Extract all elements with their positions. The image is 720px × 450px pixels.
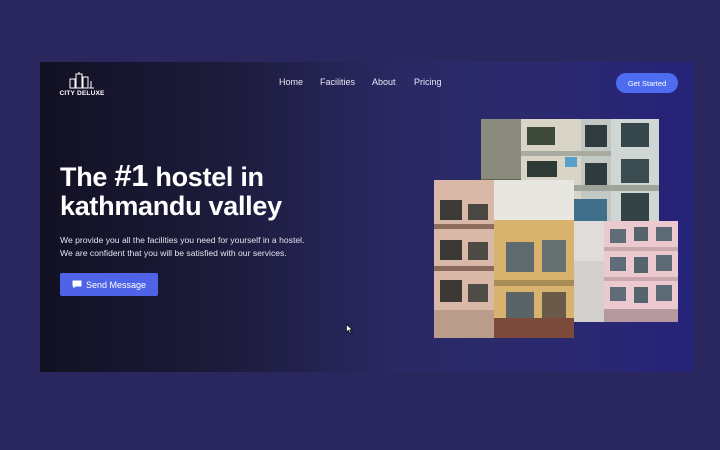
- nav-facilities[interactable]: Facilities: [320, 77, 355, 87]
- nav-home[interactable]: Home: [279, 77, 303, 87]
- chat-icon: [72, 280, 82, 289]
- mouse-cursor-icon: [346, 324, 354, 334]
- hero-title-line1-rest: hostel in: [148, 162, 264, 192]
- hostel-photo-right: [574, 221, 678, 322]
- hero-title-line2: kathmandu valley: [60, 191, 282, 221]
- hero-description: We provide you all the facilities you ne…: [60, 234, 360, 259]
- brand-name: CITY DELUXE: [59, 90, 105, 97]
- hostel-photo-left: [434, 180, 574, 338]
- hero-description-line2: We are confident that you will be satisf…: [60, 247, 287, 258]
- hero-title: The #1 hostel in kathmandu valley: [60, 158, 380, 221]
- hero-title-prefix: The: [60, 162, 115, 192]
- hero-description-line1: We provide you all the facilities you ne…: [60, 235, 305, 245]
- brand-logo[interactable]: CITY DELUXE: [58, 72, 106, 100]
- nav-about[interactable]: About: [372, 77, 396, 87]
- city-skyline-icon: [69, 72, 94, 89]
- nav-pricing[interactable]: Pricing: [414, 77, 442, 87]
- send-message-button[interactable]: Send Message: [60, 273, 158, 296]
- send-message-label: Send Message: [85, 279, 147, 290]
- get-started-button[interactable]: Get Started: [616, 73, 678, 93]
- hero-title-highlight: #1: [114, 158, 149, 193]
- hero-section: CITY DELUXE Home Facilities About Pricin…: [40, 62, 693, 372]
